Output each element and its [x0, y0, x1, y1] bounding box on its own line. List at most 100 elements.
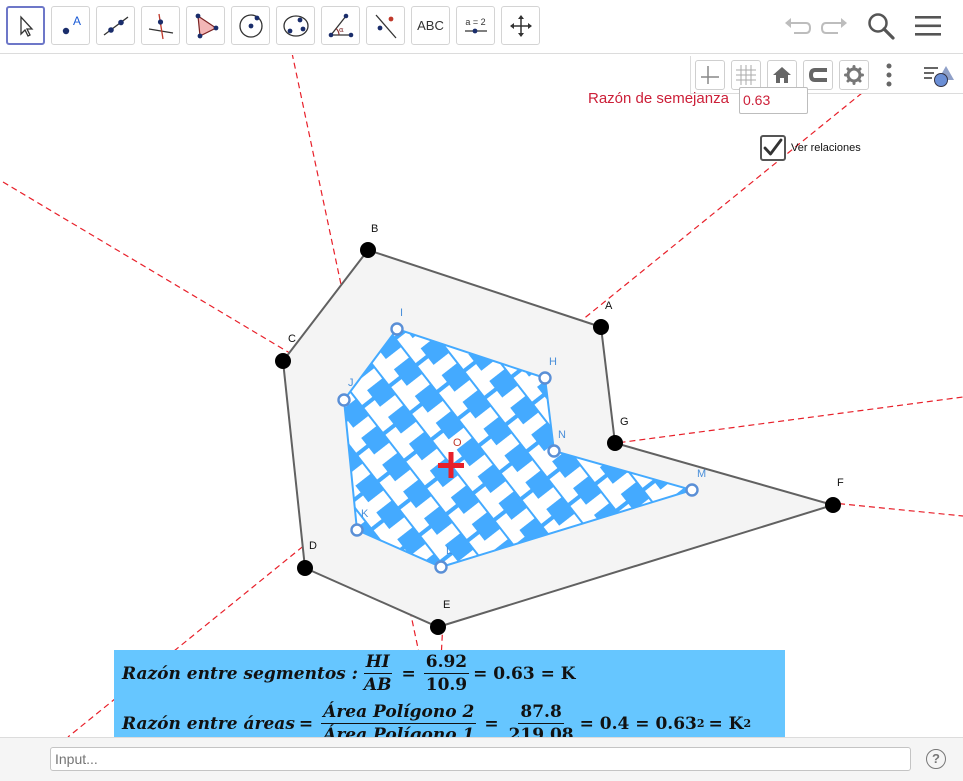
- point-J[interactable]: [337, 393, 351, 407]
- help-icon[interactable]: ?: [926, 749, 946, 769]
- point-G[interactable]: [607, 435, 623, 451]
- algebra-view-toggle-button[interactable]: [922, 60, 956, 90]
- fraction-denominator: Área Polígono 1: [323, 725, 475, 737]
- redo-button[interactable]: [817, 8, 853, 44]
- settings-button[interactable]: [839, 60, 869, 90]
- more-options-button[interactable]: [884, 62, 894, 88]
- fraction-numerator: 6.92: [423, 652, 470, 674]
- areas-ratio-text: Razón entre áreas: [122, 713, 295, 734]
- fraction-numerator: Área Polígono 2: [321, 702, 477, 724]
- label-D: D: [309, 540, 317, 552]
- gear-icon: [844, 65, 864, 85]
- slider-tool-button[interactable]: a = 2: [456, 6, 495, 45]
- point-icon: A: [62, 14, 81, 34]
- areas-ratio-result: = 0.4 = 0.63: [579, 713, 697, 734]
- circle-tool-button[interactable]: [231, 6, 270, 45]
- toolbar: A α ABC a = 2: [0, 0, 963, 54]
- point-K[interactable]: [350, 523, 364, 537]
- equals-sign: =: [484, 713, 499, 734]
- fraction-denominator: 219.08: [508, 725, 574, 737]
- text-tool-label: ABC: [417, 18, 444, 33]
- search-icon: [868, 13, 895, 40]
- cursor-arrow-icon: [19, 14, 33, 37]
- polygon-icon: [195, 13, 218, 38]
- checkmark-icon: [763, 138, 783, 156]
- ratio-label: Razón de semejanza: [588, 90, 729, 107]
- input-bar: ?: [0, 737, 963, 781]
- polygon-tool-button[interactable]: [186, 6, 225, 45]
- label-B: B: [371, 223, 379, 235]
- label-C: C: [288, 333, 296, 345]
- point-F[interactable]: [825, 497, 841, 513]
- slider-track-icon: [464, 28, 487, 33]
- reflect-tool-button[interactable]: [366, 6, 405, 45]
- ellipse-icon: [282, 14, 309, 37]
- segments-ratio-text: Razón entre segmentos :: [122, 663, 358, 684]
- slider-tool-label: a = 2: [465, 16, 486, 27]
- fraction-denominator: AB: [363, 675, 392, 695]
- point-I[interactable]: [390, 322, 404, 336]
- move-view-tool-button[interactable]: [501, 6, 540, 45]
- label-L: L: [446, 545, 453, 557]
- line-icon: [103, 15, 128, 36]
- text-tool-button[interactable]: ABC: [411, 6, 450, 45]
- line-tool-button[interactable]: [96, 6, 135, 45]
- graphics-style-bar: [690, 56, 963, 94]
- areas-ratio-tail: = K: [708, 713, 744, 734]
- home-view-button[interactable]: [767, 60, 797, 90]
- fraction-hi-ab: HI AB: [362, 652, 394, 695]
- angle-tool-button[interactable]: α: [321, 6, 360, 45]
- ver-relaciones-checkbox[interactable]: [760, 135, 786, 161]
- circle-icon: [238, 13, 263, 38]
- hamburger-menu-icon: [915, 16, 941, 36]
- point-E[interactable]: [430, 619, 446, 635]
- view-menu-icon: [924, 66, 954, 87]
- undo-button[interactable]: [779, 8, 815, 44]
- move-arrows-icon: [509, 14, 532, 37]
- label-O: O: [453, 437, 462, 449]
- point-C[interactable]: [275, 353, 291, 369]
- search-button[interactable]: [863, 8, 899, 44]
- areas-ratio-exponent: 2: [696, 717, 705, 730]
- redo-icon: [820, 18, 847, 34]
- label-J: J: [348, 377, 354, 389]
- point-D[interactable]: [297, 560, 313, 576]
- graphics-view[interactable]: A B C D E F G H I J K L M N O: [0, 55, 963, 737]
- label-K: K: [361, 508, 369, 520]
- label-I: I: [400, 307, 404, 319]
- fraction-values: 6.92 10.9: [423, 652, 470, 695]
- toggle-axes-button[interactable]: [695, 60, 725, 90]
- ellipse-tool-button[interactable]: [276, 6, 315, 45]
- relations-formula-box: Razón entre segmentos : HI AB = 6.92 10.…: [114, 650, 785, 737]
- point-A[interactable]: [593, 319, 609, 335]
- point-M[interactable]: [685, 483, 699, 497]
- label-A: A: [605, 300, 613, 312]
- point-N[interactable]: [547, 444, 561, 458]
- vertical-dots-icon: [886, 63, 892, 87]
- point-L[interactable]: [434, 560, 448, 574]
- point-B[interactable]: [360, 242, 376, 258]
- fraction-area-polygons: Área Polígono 2 Área Polígono 1: [321, 702, 477, 737]
- move-tool-button[interactable]: [6, 6, 45, 45]
- reflect-icon: [375, 14, 396, 38]
- slider-icon: a = 2: [463, 17, 489, 35]
- angle-icon: α: [328, 13, 353, 37]
- magnet-icon: [809, 68, 827, 82]
- formula-row-areas: Razón entre áreas = Área Polígono 2 Área…: [122, 702, 751, 737]
- point-tool-button[interactable]: A: [51, 6, 90, 45]
- algebra-input-field[interactable]: [50, 747, 911, 771]
- perpendicular-tool-button[interactable]: [141, 6, 180, 45]
- point-capturing-button[interactable]: [803, 60, 833, 90]
- label-G: G: [620, 416, 629, 428]
- point-H[interactable]: [538, 371, 552, 385]
- equals-sign: =: [298, 713, 314, 734]
- main-menu-button[interactable]: [910, 8, 946, 44]
- equals-sign: =: [401, 663, 416, 684]
- ratio-input[interactable]: 0.63: [739, 87, 808, 114]
- geometry-drawing[interactable]: [0, 55, 963, 737]
- svg-text:A: A: [73, 14, 81, 28]
- perpendicular-line-icon: [148, 13, 173, 39]
- toggle-grid-button[interactable]: [731, 60, 761, 90]
- svg-text:α: α: [339, 26, 344, 34]
- label-H: H: [549, 356, 557, 368]
